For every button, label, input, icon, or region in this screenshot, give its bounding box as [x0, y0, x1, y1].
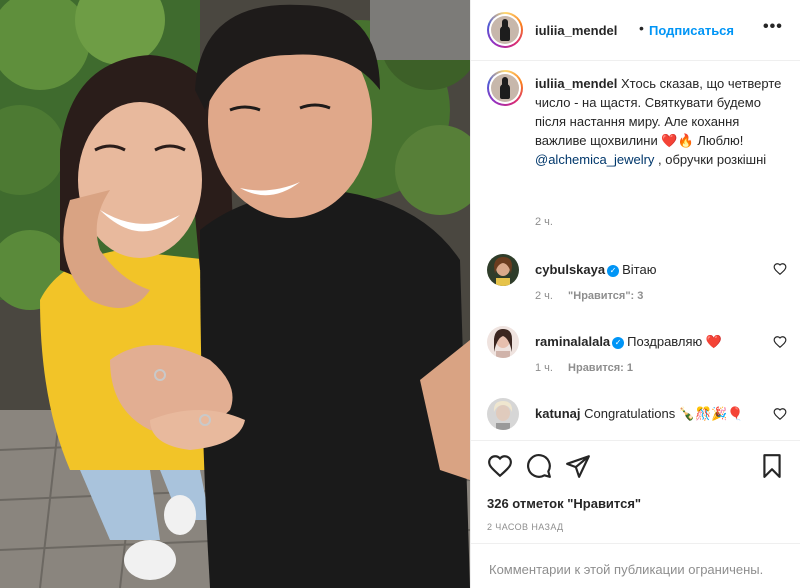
comment-likes-link[interactable]: "Нравится": 3	[568, 290, 643, 302]
commenter-avatar[interactable]	[487, 326, 519, 358]
caption-author-avatar[interactable]	[487, 70, 523, 106]
caption-mention-link[interactable]: @alchemica_jewelry	[535, 152, 654, 167]
caption-text: iuliia_mendel Хтось сказав, що четверте …	[535, 74, 787, 169]
comment-author[interactable]: raminalalala	[535, 334, 610, 349]
commenter-avatar[interactable]	[487, 254, 519, 286]
couple-selfie-image	[0, 0, 470, 588]
author-avatar[interactable]	[487, 12, 523, 48]
post-details-panel: iuliia_mendel • Подписаться ••• iuliia_m…	[470, 0, 800, 588]
comment-text: raminalalala ✓ Поздравляю ❤️	[535, 334, 775, 350]
comment-time: 1 ч.	[535, 362, 553, 374]
comment-icon[interactable]	[526, 453, 552, 479]
comment-author[interactable]: katunaj	[535, 406, 581, 421]
comment-like-heart-icon[interactable]	[773, 335, 787, 349]
comment-body: Поздравляю ❤️	[627, 334, 723, 349]
caption-time: 2 ч.	[535, 216, 553, 228]
caption-author[interactable]: iuliia_mendel	[535, 76, 617, 91]
comment-author[interactable]: cybulskaya	[535, 262, 605, 277]
verified-badge-icon: ✓	[612, 336, 625, 349]
heart-icon[interactable]	[487, 453, 513, 479]
comment-body: Вітаю	[622, 262, 657, 277]
verified-badge-icon: ✓	[607, 264, 620, 277]
comment-body: Congratulations 🍾🎊🎉🎈	[584, 406, 744, 421]
share-icon[interactable]	[565, 453, 591, 479]
author-username[interactable]: iuliia_mendel	[535, 23, 617, 38]
more-horizontal-icon[interactable]: •••	[763, 18, 783, 36]
likes-count[interactable]: 326 отметок "Нравится"	[487, 496, 641, 511]
post-actions-section: 326 отметок "Нравится" 2 ЧАСОВ НАЗАД Ком…	[471, 440, 800, 588]
comment-text: katunaj Congratulations 🍾🎊🎉🎈	[535, 406, 775, 422]
post-header: iuliia_mendel • Подписаться •••	[471, 0, 800, 61]
comment-likes-link[interactable]: Нравится: 1	[568, 362, 633, 374]
instagram-post-view: iuliia_mendel • Подписаться ••• iuliia_m…	[0, 0, 800, 588]
comment-time: 2 ч.	[535, 290, 553, 302]
commenter-avatar[interactable]	[487, 398, 519, 430]
comments-limited-notice: Комментарии к этой публикации ограничены…	[471, 543, 800, 588]
action-bar	[487, 453, 785, 479]
comment-like-heart-icon[interactable]	[773, 407, 787, 421]
caption-emoji: ❤️🔥	[661, 133, 694, 148]
post-photo[interactable]	[0, 0, 470, 588]
caption-part-2: Люблю!	[693, 133, 744, 148]
comment-meta: 2 ч. "Нравится": 3	[535, 290, 643, 302]
comment-text: cybulskaya ✓ Вітаю	[535, 262, 775, 277]
follow-button[interactable]: Подписаться	[649, 23, 734, 38]
caption-part-3: , обручки розкішні	[654, 152, 767, 167]
comment-meta: 1 ч. Нравится: 1	[535, 362, 633, 374]
comment-like-heart-icon[interactable]	[773, 262, 787, 276]
bookmark-icon[interactable]	[759, 453, 785, 479]
separator-dot: •	[639, 20, 644, 36]
posted-time[interactable]: 2 ЧАСОВ НАЗАД	[487, 522, 564, 532]
